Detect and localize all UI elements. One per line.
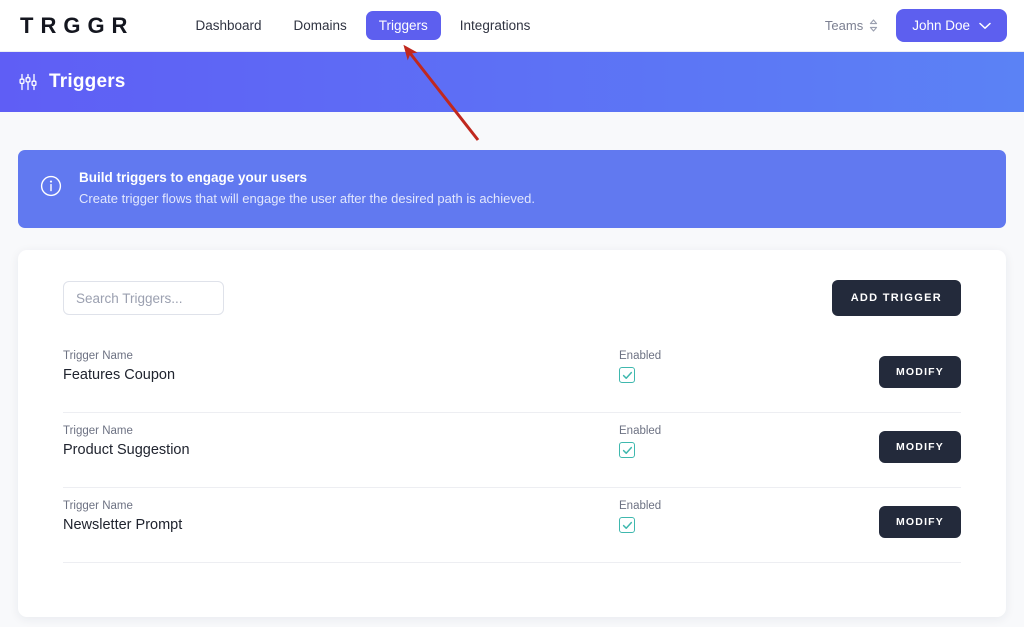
page-header-inner: Triggers	[18, 71, 126, 93]
chevron-down-icon	[979, 18, 991, 33]
row-action-cell: MODIFY	[878, 500, 961, 538]
nav-right-group: Teams John Doe	[825, 9, 1007, 42]
check-icon	[622, 446, 632, 454]
row-enabled-cell: Enabled	[619, 425, 857, 458]
enabled-label: Enabled	[619, 350, 662, 362]
check-icon	[622, 521, 632, 529]
teams-selector[interactable]: Teams	[825, 18, 878, 33]
user-menu-label: John Doe	[912, 18, 970, 33]
nav-link-integrations[interactable]: Integrations	[447, 11, 544, 40]
enabled-checkbox[interactable]	[619, 442, 635, 458]
nav-link-dashboard[interactable]: Dashboard	[182, 11, 274, 40]
nav-link-triggers[interactable]: Triggers	[365, 11, 441, 40]
row-enabled-cell: Enabled	[619, 500, 857, 533]
table-row: Trigger Name Newsletter Prompt Enabled M…	[63, 488, 961, 563]
modify-button[interactable]: MODIFY	[878, 356, 961, 388]
row-name-cell: Trigger Name Newsletter Prompt	[63, 500, 619, 533]
trigger-name-label: Trigger Name	[63, 350, 133, 362]
triggers-list: Trigger Name Features Coupon Enabled MOD…	[63, 338, 961, 563]
chevron-updown-icon	[869, 19, 878, 32]
search-input[interactable]	[63, 281, 224, 315]
row-name-cell: Trigger Name Features Coupon	[63, 350, 619, 383]
card-toolbar: ADD TRIGGER	[63, 280, 961, 316]
add-trigger-button[interactable]: ADD TRIGGER	[831, 280, 961, 316]
info-circle-icon	[40, 175, 62, 202]
enabled-label: Enabled	[619, 500, 662, 512]
app-root: TRGGR Dashboard Domains Triggers Integra…	[0, 0, 1024, 627]
row-action-cell: MODIFY	[878, 350, 961, 388]
trigger-name-value: Product Suggestion	[63, 442, 190, 458]
brand-logo[interactable]: TRGGR	[20, 13, 134, 39]
table-row: Trigger Name Features Coupon Enabled MOD…	[63, 338, 961, 413]
triggers-card: ADD TRIGGER Trigger Name Features Coupon…	[18, 250, 1006, 617]
page-title: Triggers	[49, 71, 126, 92]
teams-selector-label: Teams	[824, 18, 864, 33]
table-row: Trigger Name Product Suggestion Enabled …	[63, 413, 961, 488]
page-content: Build triggers to engage your users Crea…	[0, 150, 1024, 617]
info-banner-text: Build triggers to engage your users Crea…	[79, 170, 535, 206]
modify-button[interactable]: MODIFY	[878, 506, 961, 538]
enabled-label: Enabled	[619, 425, 662, 437]
user-menu-button[interactable]: John Doe	[896, 9, 1007, 42]
info-banner-subtitle: Create trigger flows that will engage th…	[79, 191, 535, 206]
trigger-name-label: Trigger Name	[63, 425, 133, 437]
main-nav: Dashboard Domains Triggers Integrations	[182, 11, 543, 40]
row-enabled-cell: Enabled	[619, 350, 857, 383]
enabled-checkbox[interactable]	[619, 367, 635, 383]
info-banner: Build triggers to engage your users Crea…	[18, 150, 1006, 228]
trigger-name-value: Newsletter Prompt	[63, 517, 183, 533]
check-icon	[622, 371, 632, 379]
page-header-band: Triggers	[0, 52, 1024, 112]
trigger-name-value: Features Coupon	[63, 367, 176, 383]
row-name-cell: Trigger Name Product Suggestion	[63, 425, 619, 458]
modify-button[interactable]: MODIFY	[878, 431, 961, 463]
nav-link-domains[interactable]: Domains	[281, 11, 360, 40]
trigger-name-label: Trigger Name	[63, 500, 133, 512]
row-action-cell: MODIFY	[878, 425, 961, 463]
top-navigation-bar: TRGGR Dashboard Domains Triggers Integra…	[0, 0, 1024, 52]
enabled-checkbox[interactable]	[619, 517, 635, 533]
info-banner-title: Build triggers to engage your users	[79, 170, 308, 185]
sliders-icon	[18, 72, 38, 92]
